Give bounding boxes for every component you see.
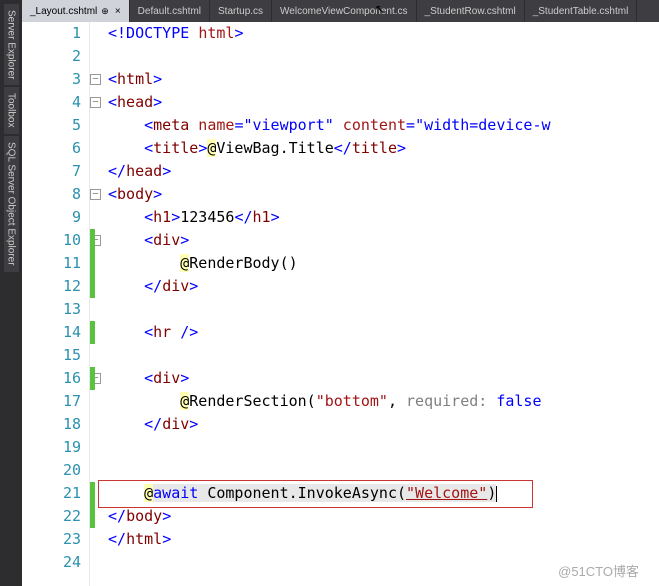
tab-bar: _Layout.cshtml⊕× Default.cshtml Startup.… bbox=[22, 0, 659, 22]
line-gutter: – – – – – 1 2 3 4 5 6 7 8 9 10 11 12 13 … bbox=[22, 22, 90, 586]
line-number: 23 bbox=[22, 528, 81, 551]
line-number: 15 bbox=[22, 344, 81, 367]
line-number: 3 bbox=[22, 68, 81, 91]
highlight-box bbox=[98, 480, 533, 508]
tab-startup[interactable]: Startup.cs bbox=[210, 0, 272, 22]
close-icon[interactable]: × bbox=[115, 6, 121, 17]
side-tab-toolbox[interactable]: Toolbox bbox=[4, 87, 19, 133]
line-number: 17 bbox=[22, 390, 81, 413]
side-tab-server-explorer[interactable]: Server Explorer bbox=[4, 4, 19, 85]
line-number: 21 bbox=[22, 482, 81, 505]
line-number: 16 bbox=[22, 367, 81, 390]
tab-default[interactable]: Default.cshtml bbox=[130, 0, 210, 22]
line-number: 5 bbox=[22, 114, 81, 137]
line-number: 6 bbox=[22, 137, 81, 160]
code-editor[interactable]: – – – – – 1 2 3 4 5 6 7 8 9 10 11 12 13 … bbox=[22, 22, 659, 586]
sidebar: Server Explorer Toolbox SQL Server Objec… bbox=[0, 0, 22, 586]
line-number: 7 bbox=[22, 160, 81, 183]
code-area[interactable]: <!DOCTYPE html> <html> <head> <meta name… bbox=[90, 22, 659, 586]
line-number: 2 bbox=[22, 45, 81, 68]
mouse-cursor-icon: ↖ bbox=[375, 0, 385, 17]
line-number: 19 bbox=[22, 436, 81, 459]
line-number: 4 bbox=[22, 91, 81, 114]
watermark: @51CTO博客 bbox=[558, 561, 639, 580]
line-number: 14 bbox=[22, 321, 81, 344]
tab-student-row[interactable]: _StudentRow.cshtml bbox=[417, 0, 525, 22]
tab-layout[interactable]: _Layout.cshtml⊕× bbox=[22, 0, 130, 22]
tab-student-table[interactable]: _StudentTable.cshtml bbox=[525, 0, 638, 22]
line-number: 9 bbox=[22, 206, 81, 229]
line-number: 13 bbox=[22, 298, 81, 321]
line-number: 8 bbox=[22, 183, 81, 206]
side-tab-sql-explorer[interactable]: SQL Server Object Explorer bbox=[4, 136, 19, 272]
line-number: 18 bbox=[22, 413, 81, 436]
line-number: 11 bbox=[22, 252, 81, 275]
line-number: 12 bbox=[22, 275, 81, 298]
line-number: 20 bbox=[22, 459, 81, 482]
line-number: 1 bbox=[22, 22, 81, 45]
line-number: 24 bbox=[22, 551, 81, 574]
tab-welcome-vc[interactable]: WelcomeViewComponent.cs bbox=[272, 0, 416, 22]
line-number: 22 bbox=[22, 505, 81, 528]
pin-icon[interactable]: ⊕ bbox=[101, 6, 109, 17]
line-number: 10 bbox=[22, 229, 81, 252]
